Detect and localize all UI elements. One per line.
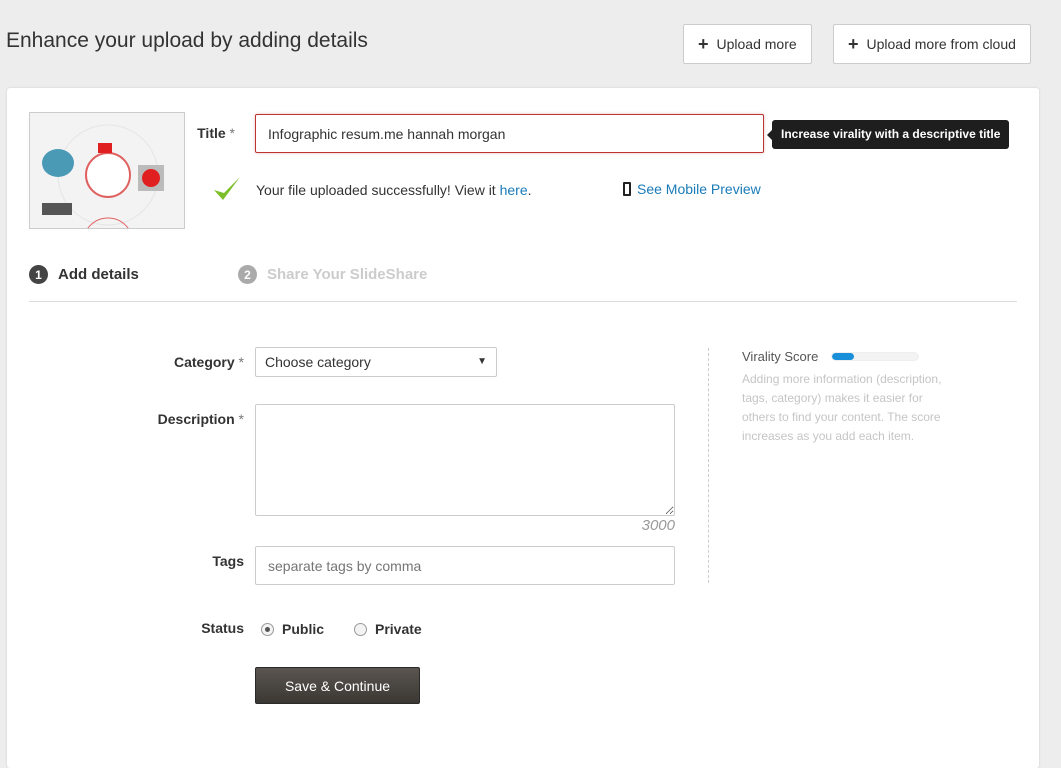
mobile-preview-label[interactable]: See Mobile Preview	[637, 181, 761, 197]
virality-score-fill	[832, 353, 854, 360]
mobile-preview-link[interactable]: See Mobile Preview	[623, 181, 761, 197]
category-label: Category *	[173, 354, 244, 370]
radio-unchecked-icon	[354, 622, 367, 636]
check-icon	[212, 174, 242, 207]
description-textarea[interactable]	[255, 404, 675, 516]
category-select[interactable]: Choose category ▼	[255, 347, 497, 377]
dropdown-arrow-icon: ▼	[477, 356, 487, 367]
plus-icon: +	[698, 33, 709, 54]
title-input[interactable]	[255, 114, 764, 153]
page-title: Enhance your upload by adding details	[6, 29, 368, 52]
upload-more-label: Upload more	[716, 36, 797, 52]
tags-label: Tags	[212, 553, 244, 569]
upload-more-button[interactable]: + Upload more	[683, 24, 812, 64]
upload-success-message: Your file uploaded successfully! View it…	[256, 182, 532, 198]
save-continue-button[interactable]: Save & Continue	[255, 667, 420, 704]
divider	[29, 301, 1017, 302]
upload-details-card: Title * Increase virality with a descrip…	[7, 88, 1039, 768]
status-private-radio[interactable]: Private	[354, 621, 422, 637]
upload-from-cloud-button[interactable]: + Upload more from cloud	[833, 24, 1031, 64]
status-label: Status	[201, 620, 244, 636]
virality-score-label: Virality Score	[742, 349, 819, 364]
step-add-details[interactable]: 1 Add details	[29, 265, 139, 284]
view-here-link[interactable]: here	[500, 182, 528, 198]
virality-score-bar	[831, 352, 919, 361]
sidebar-divider	[708, 348, 709, 583]
status-public-radio[interactable]: Public	[261, 621, 324, 637]
virality-help-text: Adding more information (description, ta…	[742, 372, 942, 443]
title-label: Title *	[197, 125, 235, 141]
description-label: Description *	[157, 411, 244, 427]
plus-icon: +	[848, 33, 859, 54]
description-char-counter: 3000	[641, 517, 675, 534]
step-share[interactable]: 2 Share Your SlideShare	[238, 265, 427, 284]
title-tooltip: Increase virality with a descriptive tit…	[766, 120, 1010, 149]
radio-checked-icon	[261, 622, 274, 636]
upload-cloud-label: Upload more from cloud	[866, 36, 1016, 52]
tags-input[interactable]	[255, 546, 675, 585]
mobile-phone-icon	[623, 182, 631, 196]
